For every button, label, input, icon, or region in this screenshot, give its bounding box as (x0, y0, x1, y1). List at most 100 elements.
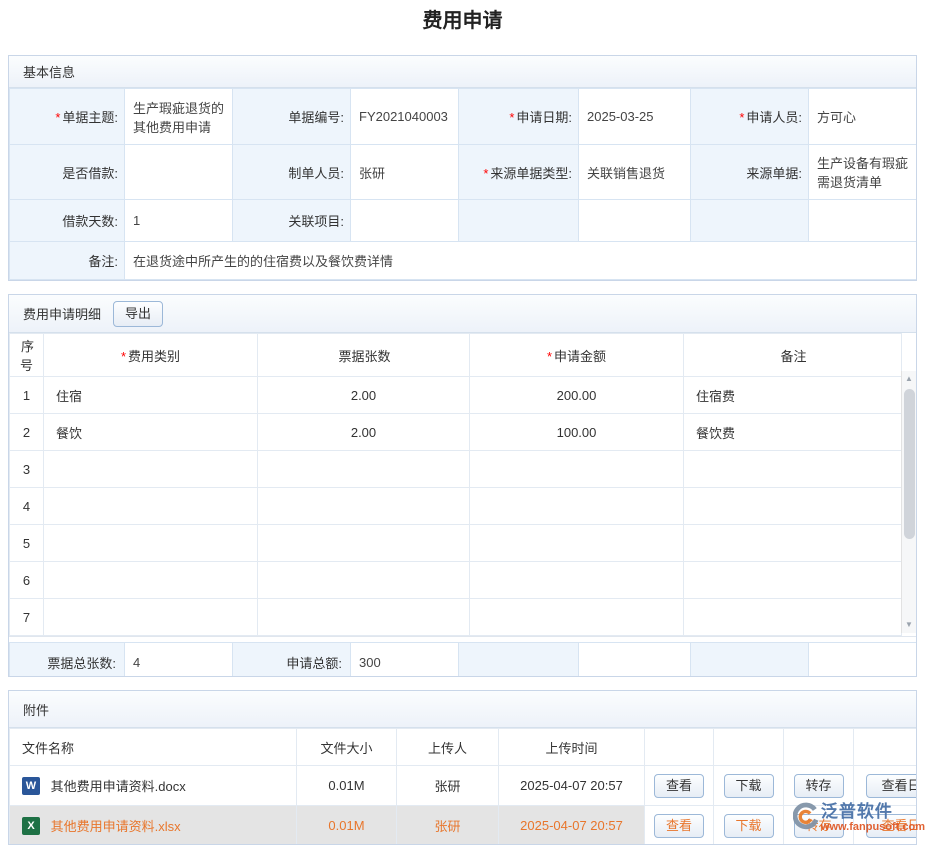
expense-detail-header: 费用申请明细 导出 (9, 295, 916, 333)
field-label-creator: 制单人员: (233, 145, 351, 200)
transfer-button[interactable]: 转存 (794, 774, 844, 798)
field-label-apply-date: *申请日期: (459, 89, 579, 145)
attachments-table: 文件名称 文件大小 上传人 上传时间 W 其他费用申请资料.docx 0.01M… (9, 728, 917, 845)
vertical-scrollbar[interactable]: ▲ ▼ (901, 371, 916, 633)
col-header-file-size: 文件大小 (297, 729, 397, 766)
basic-info-header: 基本信息 (9, 56, 916, 88)
col-header-index: 序号 (10, 334, 44, 377)
cell-index: 3 (10, 451, 44, 488)
transfer-button[interactable]: 转存 (794, 814, 844, 838)
field-label-remark: 备注: (10, 242, 125, 280)
cell-category (44, 488, 258, 525)
cell-index: 7 (10, 599, 44, 636)
scrollbar-thumb[interactable] (904, 389, 915, 539)
required-star: * (55, 110, 60, 125)
download-button[interactable]: 下载 (724, 774, 774, 798)
cell-tickets: 2.00 (258, 377, 470, 414)
field-label-applicant: *申请人员: (691, 89, 809, 145)
cell-amount (470, 525, 684, 562)
attachment-row-highlighted[interactable]: X 其他费用申请资料.xlsx 0.01M 张研 2025-04-07 20:5… (10, 806, 917, 846)
cell-tickets (258, 562, 470, 599)
file-size: 0.01M (297, 766, 397, 806)
attachment-row[interactable]: W 其他费用申请资料.docx 0.01M 张研 2025-04-07 20:5… (10, 766, 917, 806)
field-value-related-project (351, 200, 459, 242)
view-button[interactable]: 查看 (654, 774, 704, 798)
expense-row: 7 (10, 599, 902, 636)
field-value-source-doc: 生产设备有瑕疵需退货清单 (809, 145, 917, 200)
cell-category (44, 599, 258, 636)
file-name: 其他费用申请资料.xlsx (51, 819, 181, 834)
required-star: * (509, 110, 514, 125)
empty-value-cell (809, 200, 917, 242)
field-label-related-project: 关联项目: (233, 200, 351, 242)
col-header-note: 备注 (684, 334, 902, 377)
field-value-source-type: 关联销售退货 (579, 145, 691, 200)
basic-info-table: *单据主题: 生产瑕疵退货的其他费用申请 单据编号: FY2021040003 … (9, 88, 917, 280)
total-tickets-label: 票据总张数: (10, 643, 125, 678)
empty-label-cell (459, 200, 579, 242)
view-log-button[interactable]: 查看日 (866, 774, 917, 798)
view-log-button[interactable]: 查看日 (866, 814, 917, 838)
cell-tickets (258, 451, 470, 488)
scroll-down-icon[interactable]: ▼ (902, 617, 916, 633)
basic-info-title: 基本信息 (23, 62, 75, 81)
col-header-tickets: 票据张数 (258, 334, 470, 377)
expense-row: 2 餐饮 2.00 100.00 餐饮费 (10, 414, 902, 451)
excel-file-icon: X (22, 817, 40, 835)
empty-label-cell (459, 643, 579, 678)
cell-category (44, 562, 258, 599)
expense-row: 3 (10, 451, 902, 488)
attachments-section: 附件 文件名称 文件大小 上传人 上传时间 W 其他费用申请资料.docx 0.… (8, 690, 917, 845)
field-label-is-loan: 是否借款: (10, 145, 125, 200)
scroll-up-icon[interactable]: ▲ (902, 371, 916, 387)
empty-value-cell (579, 200, 691, 242)
cell-note (684, 488, 902, 525)
word-file-icon: W (22, 777, 40, 795)
col-header-action (714, 729, 784, 766)
expense-detail-title: 费用申请明细 (23, 304, 101, 323)
cell-index: 6 (10, 562, 44, 599)
expense-grid: 序号 *费用类别 票据张数 *申请金额 备注 1 住宿 2.00 200.00 … (9, 333, 916, 637)
cell-amount (470, 488, 684, 525)
field-value-apply-date: 2025-03-25 (579, 89, 691, 145)
file-size: 0.01M (297, 806, 397, 846)
field-label-doc-number: 单据编号: (233, 89, 351, 145)
required-star: * (739, 110, 744, 125)
file-uploader: 张研 (397, 766, 499, 806)
field-value-creator: 张研 (351, 145, 459, 200)
cell-category: 餐饮 (44, 414, 258, 451)
cell-amount (470, 562, 684, 599)
expense-grid-table: 序号 *费用类别 票据张数 *申请金额 备注 1 住宿 2.00 200.00 … (9, 333, 902, 636)
view-button[interactable]: 查看 (654, 814, 704, 838)
empty-label-cell (691, 200, 809, 242)
required-star: * (483, 166, 488, 181)
expense-row: 1 住宿 2.00 200.00 住宿费 (10, 377, 902, 414)
required-star: * (121, 349, 126, 364)
col-header-uploader: 上传人 (397, 729, 499, 766)
cell-index: 1 (10, 377, 44, 414)
expense-row: 4 (10, 488, 902, 525)
cell-note: 住宿费 (684, 377, 902, 414)
field-label-source-type: *来源单据类型: (459, 145, 579, 200)
file-upload-time: 2025-04-07 20:57 (499, 766, 645, 806)
cell-amount (470, 599, 684, 636)
cell-tickets (258, 525, 470, 562)
cell-category (44, 451, 258, 488)
download-button[interactable]: 下载 (724, 814, 774, 838)
field-value-doc-number: FY2021040003 (351, 89, 459, 145)
col-header-category: *费用类别 (44, 334, 258, 377)
field-label-source-doc: 来源单据: (691, 145, 809, 200)
col-header-action (645, 729, 714, 766)
field-label-loan-days: 借款天数: (10, 200, 125, 242)
file-uploader: 张研 (397, 806, 499, 846)
cell-note (684, 525, 902, 562)
page-title: 费用申请 (0, 4, 925, 33)
cell-amount (470, 451, 684, 488)
field-value-applicant: 方可心 (809, 89, 917, 145)
attachments-title: 附件 (23, 700, 49, 719)
col-header-action (854, 729, 917, 766)
col-header-upload-time: 上传时间 (499, 729, 645, 766)
cell-tickets (258, 599, 470, 636)
export-button[interactable]: 导出 (113, 301, 163, 327)
total-amount-label: 申请总额: (233, 643, 351, 678)
